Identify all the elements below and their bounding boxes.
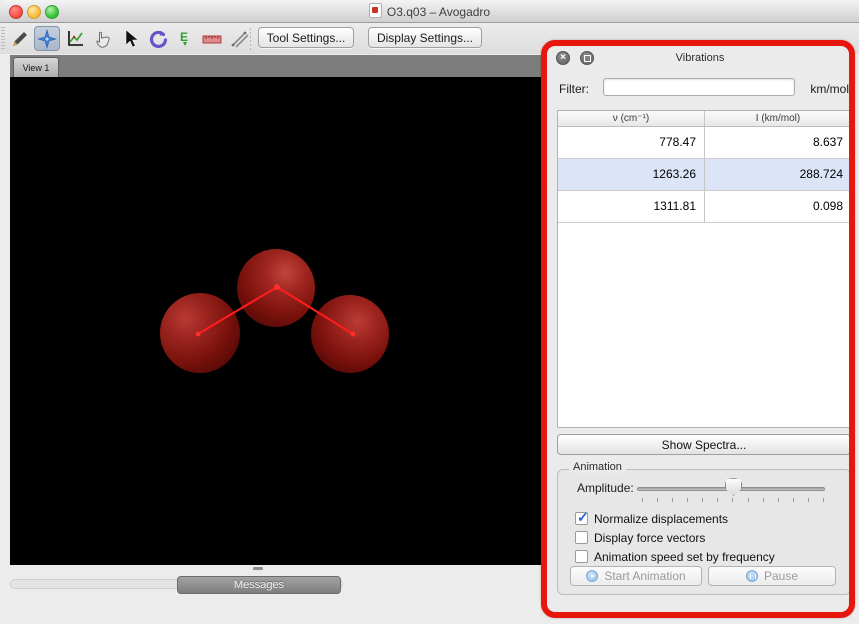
toolbar-separator [250,28,251,50]
frequency-cell: 1311.81 [558,191,705,222]
checkbox-label: Normalize displacements [594,512,728,526]
play-icon [586,570,598,582]
intensity-cell: 8.637 [705,127,851,158]
tool-button-manipulate[interactable] [90,26,116,51]
messages-button[interactable]: Messages [177,576,341,594]
tab-view-1[interactable]: View 1 [13,57,59,77]
filter-input[interactable] [603,78,795,96]
pause-label: Pause [764,569,798,583]
checkbox-unchecked-icon [575,550,588,563]
tool-button-measure[interactable] [199,26,225,51]
checkbox-normalize-displacements[interactable]: ✓ Normalize displacements [575,511,728,526]
pencil-icon [10,29,30,49]
vibrations-table: ν (cm⁻¹) I (km/mol) 778.47 8.637 1263.26… [557,110,852,428]
animation-group-label: Animation [569,461,626,473]
tool-button-plot[interactable] [62,26,88,51]
column-header-intensity[interactable]: I (km/mol) [705,111,851,126]
amplitude-label: Amplitude: [577,481,634,495]
unit-label: km/mol [810,82,849,96]
checkbox-display-force-vectors[interactable]: Display force vectors [575,530,705,545]
tool-button-auto-optimize[interactable]: E [172,26,198,51]
pause-icon [746,570,758,582]
frequency-cell: 1263.26 [558,159,705,190]
show-spectra-button[interactable]: Show Spectra... [557,434,851,455]
table-row[interactable]: 1311.81 0.098 [558,191,851,223]
ruler-icon [202,29,222,49]
slider-ticks [642,498,824,502]
messages-dock-grip[interactable] [253,567,263,570]
checkbox-label: Animation speed set by frequency [594,550,775,564]
chart-icon [65,29,85,49]
frequency-cell: 778.47 [558,127,705,158]
filter-label: Filter: [559,82,589,96]
pause-button[interactable]: Pause [708,566,836,586]
tool-button-draw[interactable] [7,26,33,51]
optimize-icon: E [175,29,195,49]
checkbox-animation-speed[interactable]: Animation speed set by frequency [575,549,775,564]
checkmark-icon: ✓ [577,509,589,526]
column-header-frequency[interactable]: ν (cm⁻¹) [558,111,705,126]
panel-title: Vibrations [547,52,853,64]
tool-settings-button[interactable]: Tool Settings... [258,27,354,48]
view-tab-bar: View 1 [10,55,542,77]
display-settings-button[interactable]: Display Settings... [368,27,482,48]
start-animation-label: Start Animation [604,569,685,583]
table-row[interactable]: 778.47 8.637 [558,127,851,159]
tool-button-align[interactable] [226,26,252,51]
intensity-cell: 288.724 [705,159,851,190]
toolbar-grip [1,27,5,51]
navigate-star-icon [37,29,57,49]
molecule-viewport[interactable] [10,77,542,565]
tool-button-auto-rotate[interactable] [145,26,171,51]
cursor-icon [120,29,140,49]
checkbox-checked-icon: ✓ [575,512,588,525]
bond-lines [10,77,542,565]
rotate-icon [148,29,168,49]
vibrations-panel: × Vibrations Filter: km/mol ν (cm⁻¹) I (… [547,46,853,612]
align-icon [229,29,249,49]
svg-text:E: E [180,30,188,44]
table-header-row: ν (cm⁻¹) I (km/mol) [558,111,851,127]
intensity-cell: 0.098 [705,191,851,222]
title-bar: O3.q03 – Avogadro [0,0,859,23]
start-animation-button[interactable]: Start Animation [570,566,702,586]
tool-button-selection[interactable] [117,26,143,51]
checkbox-unchecked-icon [575,531,588,544]
window-title: O3.q03 – Avogadro [0,3,859,19]
document-icon [369,3,382,18]
avogadro-window: O3.q03 – Avogadro E To [0,0,859,624]
hand-icon [93,29,113,49]
checkbox-label: Display force vectors [594,531,705,545]
table-row-highlighted[interactable]: 1263.26 288.724 [558,159,851,191]
tool-button-navigate[interactable] [34,26,60,51]
